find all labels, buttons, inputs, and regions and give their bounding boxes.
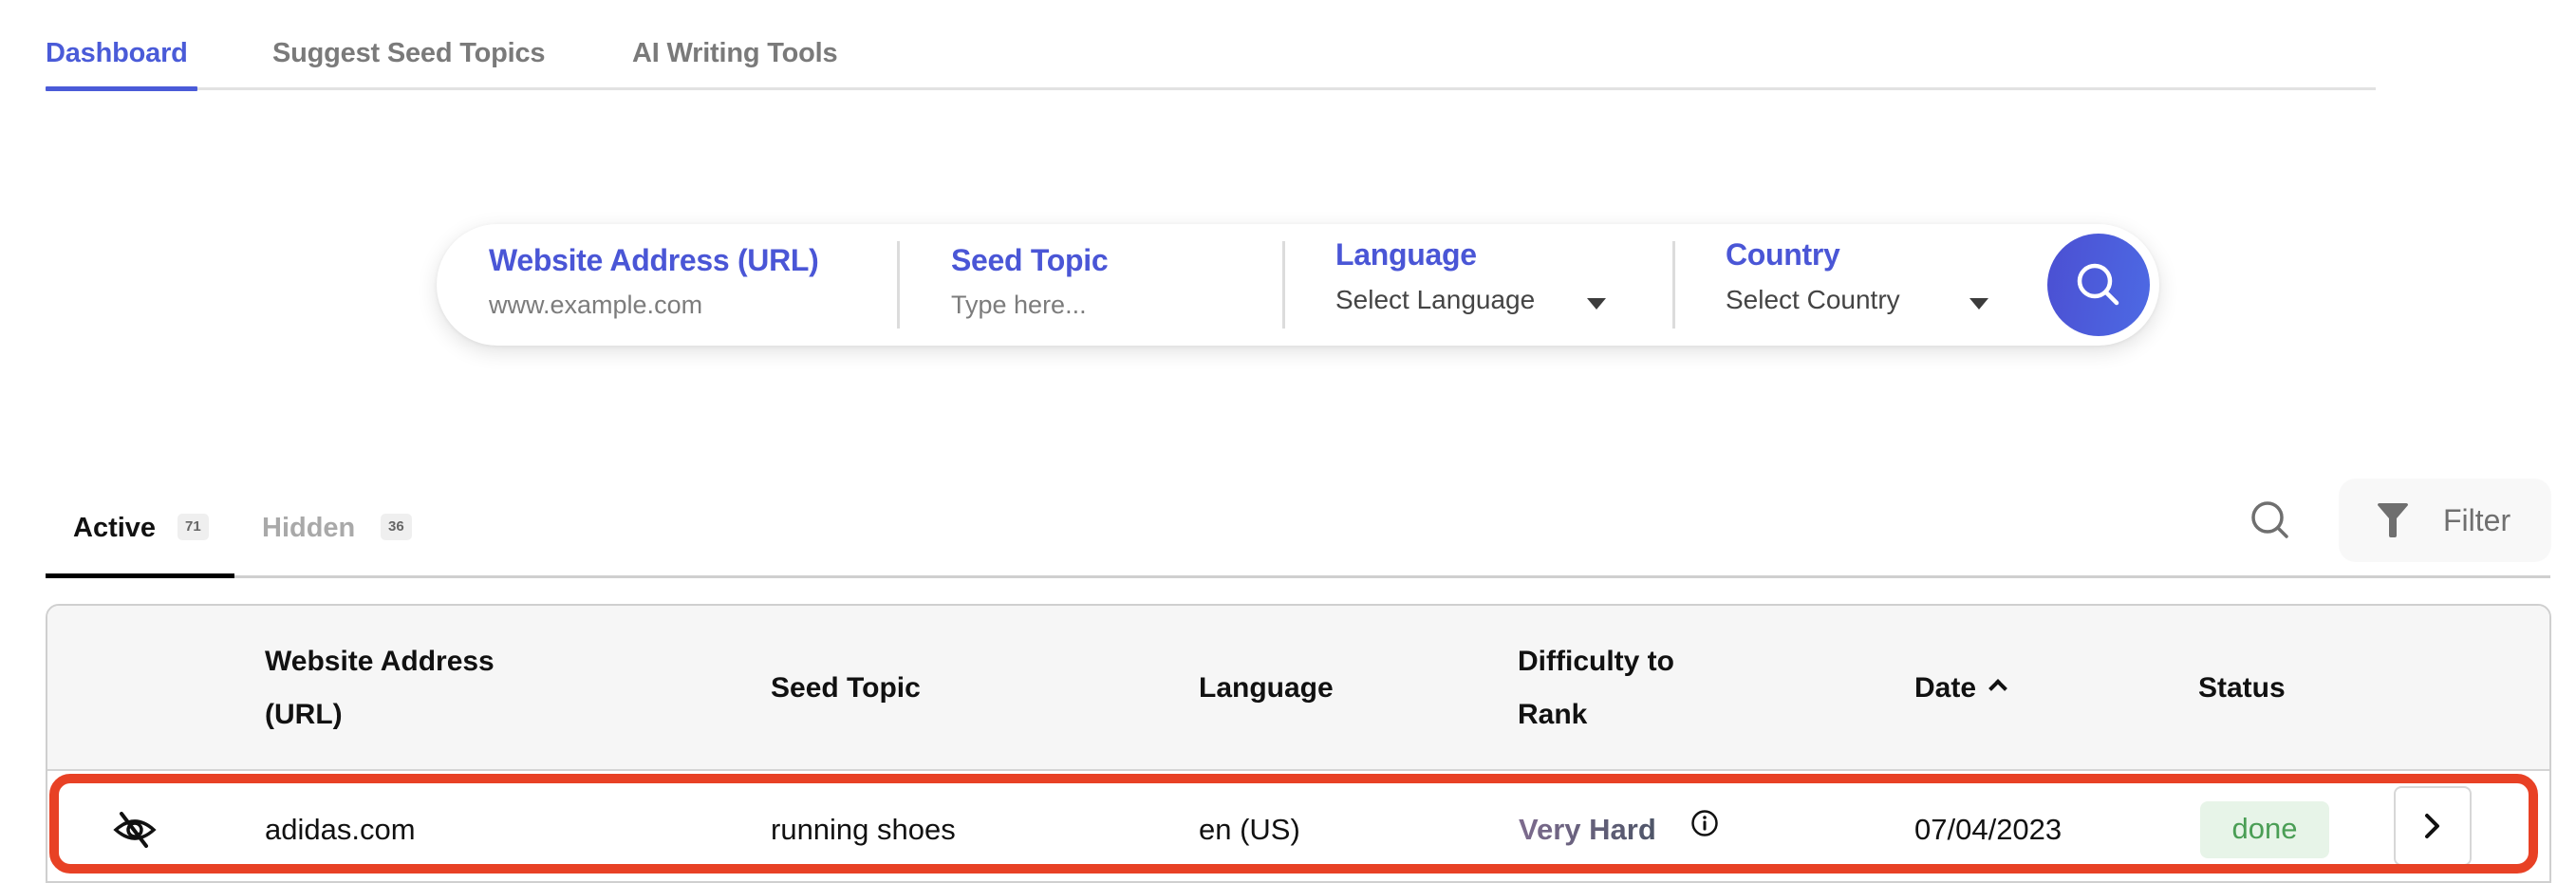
sort-ascending-icon [1988, 679, 2007, 698]
table-search-button[interactable] [2248, 498, 2295, 545]
column-header-url-line1: Website Address [265, 646, 495, 677]
column-header-language[interactable]: Language [1199, 662, 1334, 715]
url-field-label: Website Address (URL) [489, 243, 819, 277]
language-label: Language [1335, 237, 1477, 272]
tab-dashboard[interactable]: Dashboard [46, 38, 188, 69]
column-header-difficulty[interactable]: Difficulty to Rank [1518, 635, 1674, 742]
funnel-icon [2378, 503, 2408, 537]
hidden-count-badge: 36 [381, 514, 412, 540]
search-submit-button[interactable] [2047, 234, 2150, 336]
column-header-difficulty-line1: Difficulty to [1518, 646, 1674, 677]
active-count-badge: 71 [177, 514, 209, 540]
search-icon [2077, 263, 2119, 306]
column-header-difficulty-line2: Rank [1518, 699, 1588, 730]
cell-seed-topic: running shoes [771, 813, 956, 846]
info-icon[interactable] [1690, 809, 1719, 837]
toggle-visibility-button[interactable] [112, 811, 158, 849]
search-icon [2251, 501, 2288, 538]
country-select-value: Select Country [1726, 285, 1900, 314]
seed-topic-label: Seed Topic [951, 243, 1109, 277]
search-bar: Website Address (URL) Seed Topic Languag… [437, 224, 2159, 346]
language-select-value: Select Language [1335, 285, 1536, 314]
cell-date: 07/04/2023 [1914, 813, 2063, 846]
active-list-tab-indicator [46, 573, 234, 578]
field-divider [1282, 241, 1285, 329]
filter-button[interactable]: Filter [2339, 479, 2551, 562]
tab-hidden[interactable]: Hidden [262, 513, 355, 544]
list-tabs-divider [46, 575, 2550, 578]
status-badge: done [2200, 801, 2329, 858]
chevron-down-icon [1969, 298, 1988, 310]
column-header-url[interactable]: Website Address (URL) [265, 635, 495, 742]
chevron-right-icon [2425, 814, 2439, 838]
column-header-seed-topic[interactable]: Seed Topic [771, 662, 921, 715]
chevron-down-icon [1587, 298, 1606, 310]
tab-ai-writing-tools[interactable]: AI Writing Tools [632, 38, 838, 69]
column-header-date-label: Date [1914, 672, 1977, 704]
seed-topic-input[interactable] [951, 291, 1236, 320]
tab-active[interactable]: Active [73, 513, 156, 544]
country-label: Country [1726, 237, 1840, 272]
cell-url: adidas.com [265, 813, 416, 846]
column-header-status[interactable]: Status [2198, 662, 2286, 715]
column-header-url-line2: (URL) [265, 699, 343, 730]
url-input[interactable] [489, 291, 802, 320]
table-header: Website Address (URL) Seed Topic Languag… [47, 606, 2549, 771]
cell-difficulty: Very Hard [1519, 813, 1656, 846]
field-divider [1672, 241, 1675, 329]
table-row[interactable]: adidas.com running shoes en (US) Very Ha… [47, 773, 2549, 881]
open-row-button[interactable] [2394, 786, 2472, 866]
top-nav-divider [46, 87, 2376, 90]
field-divider [897, 241, 900, 329]
active-tab-indicator [46, 86, 197, 91]
column-header-date[interactable]: Date [1914, 662, 2007, 715]
eye-off-icon [113, 812, 157, 848]
tab-suggest-seed-topics[interactable]: Suggest Seed Topics [272, 38, 546, 69]
filter-label: Filter [2443, 503, 2511, 537]
cell-language: en (US) [1199, 813, 1300, 846]
results-table: Website Address (URL) Seed Topic Languag… [46, 604, 2551, 883]
